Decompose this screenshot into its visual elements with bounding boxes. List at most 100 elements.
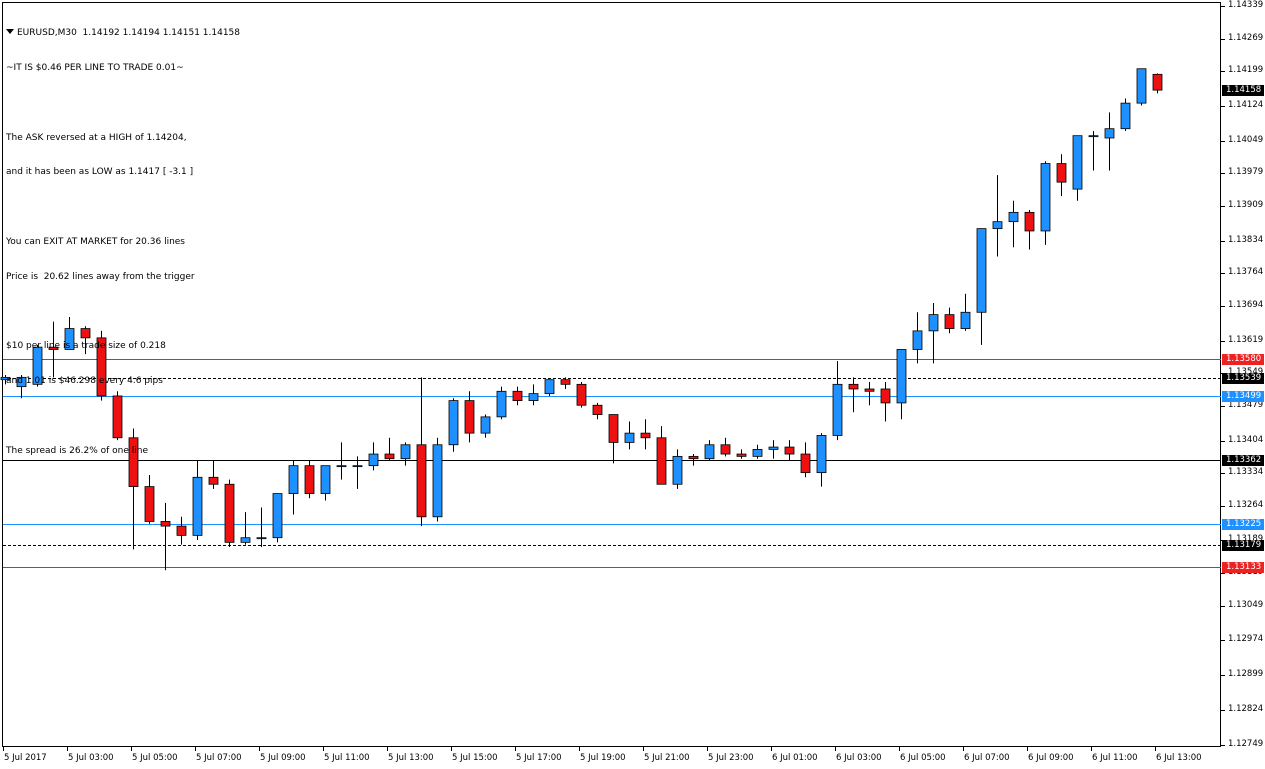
tick-mark	[1221, 341, 1225, 342]
time-tick-label: 6 Jul 05:00	[900, 753, 946, 763]
candle-body-bull	[1120, 102, 1131, 130]
candle-body-bear	[576, 383, 587, 406]
price-tick-label: 1.13334	[1228, 467, 1264, 477]
candle-body-bull	[816, 435, 827, 474]
time-tick-label: 5 Jul 15:00	[452, 753, 498, 763]
time-tick-label: 5 Jul 13:00	[388, 753, 434, 763]
candle-body-bear	[640, 432, 651, 439]
time-tick-label: 5 Jul 11:00	[324, 753, 370, 763]
tick-mark	[707, 747, 708, 751]
info-line	[6, 98, 240, 110]
tick-mark	[195, 747, 196, 751]
time-tick-label: 5 Jul 17:00	[516, 753, 562, 763]
candle-body-bear	[304, 465, 315, 494]
candle-body-bear	[864, 388, 875, 392]
candle-body-bear	[736, 453, 747, 457]
time-tick-label: 6 Jul 07:00	[964, 753, 1010, 763]
tick-mark	[1221, 745, 1225, 746]
price-tick-label: 1.13979	[1228, 167, 1264, 177]
price-tick-label: 1.13764	[1228, 267, 1264, 277]
candle-body-bear	[848, 383, 859, 390]
candle-body-bear	[144, 486, 155, 522]
tick-mark	[1091, 747, 1092, 751]
candle-body-bull	[976, 228, 987, 313]
black-line-label: 1.13362	[1222, 455, 1264, 466]
tick-mark	[1221, 141, 1225, 142]
red-line-label-lower: 1.13133	[1222, 562, 1264, 573]
candle-body-bull	[400, 444, 411, 460]
candle-body-bear	[384, 453, 395, 460]
candle-body-bull	[240, 537, 251, 543]
tick-mark	[1221, 306, 1225, 307]
candle-body-bull	[896, 349, 907, 404]
time-tick-label: 5 Jul 09:00	[260, 753, 306, 763]
info-line	[6, 202, 240, 214]
tick-mark	[771, 747, 772, 751]
candle-body-bear	[800, 453, 811, 474]
info-line	[6, 306, 240, 318]
time-tick-label: 5 Jul 05:00	[132, 753, 178, 763]
candle-body-bear	[720, 444, 731, 455]
tick-mark	[1221, 606, 1225, 607]
tick-mark	[1221, 39, 1225, 40]
candle-body-bear	[512, 390, 523, 401]
info-line: ~IT IS $0.46 PER LINE TO TRADE 0.01~	[6, 62, 184, 73]
info-line: $10 per line is a trade size of 0.218	[6, 341, 166, 352]
candle-body-bear	[656, 437, 667, 485]
candle-body-bear	[208, 476, 219, 485]
candle-body-bull	[912, 330, 923, 350]
tick-mark	[1221, 675, 1225, 676]
dropdown-triangle-icon[interactable]	[6, 29, 14, 35]
symbol-ohlc-text: EURUSD,M30 1.14192 1.14194 1.14151 1.141…	[17, 28, 241, 39]
info-line: The ASK reversed at a HIGH of 1.14204,	[6, 132, 187, 143]
candle-body-bull	[256, 537, 267, 540]
tick-mark	[899, 747, 900, 751]
time-tick-label: 6 Jul 11:00	[1092, 753, 1138, 763]
tick-mark	[1221, 406, 1225, 407]
time-tick-label: 6 Jul 03:00	[836, 753, 882, 763]
candle-body-bull	[992, 221, 1003, 230]
candle-body-bear	[784, 446, 795, 455]
tick-mark	[579, 747, 580, 751]
red-line-label-upper: 1.13580	[1222, 354, 1264, 365]
tick-mark	[387, 747, 388, 751]
candle-body-bull	[320, 465, 331, 494]
time-axis[interactable]: 5 Jul 2017 5 Jul 03:00 5 Jul 05:00 5 Jul 07…	[0, 747, 1221, 769]
price-tick-label: 1.12899	[1228, 669, 1264, 679]
info-line: The spread is 26.2% of one line	[6, 445, 149, 456]
tick-mark	[1155, 747, 1156, 751]
tick-mark	[1221, 6, 1225, 7]
candle-body-bull	[448, 400, 459, 446]
candle-body-bear	[592, 404, 603, 415]
tick-mark	[1221, 640, 1225, 641]
candle-body-bull	[496, 390, 507, 418]
current-price-label: 1.14158	[1222, 85, 1264, 96]
tick-mark	[963, 747, 964, 751]
price-tick-label: 1.13909	[1228, 200, 1264, 210]
candle-body-bear	[1056, 163, 1067, 183]
info-line: Price is 20.62 lines away from the trigg…	[6, 271, 195, 282]
time-tick-label: 5 Jul 23:00	[708, 753, 754, 763]
candle-body-bull	[352, 465, 363, 468]
tick-mark	[1221, 71, 1225, 72]
candle-body-bear	[416, 444, 427, 518]
time-tick-label: 5 Jul 03:00	[68, 753, 114, 763]
tick-mark	[259, 747, 260, 751]
candle-body-bull	[480, 416, 491, 434]
info-line: and 1.01 is $46.298 every 4.6 pips	[6, 376, 163, 386]
time-tick-label: 6 Jul 09:00	[1028, 753, 1074, 763]
candle-body-bull	[1072, 135, 1083, 190]
candle-body-bull	[336, 465, 347, 468]
candle-body-bear	[944, 314, 955, 329]
price-tick-label: 1.13694	[1228, 300, 1264, 310]
price-tick-label: 1.13834	[1228, 235, 1264, 245]
price-tick-label: 1.14269	[1228, 33, 1264, 43]
candle-body-bull	[192, 476, 203, 536]
candle-body-bear	[224, 483, 235, 543]
candle-body-bull	[1136, 68, 1147, 104]
candle-body-bear	[1024, 211, 1035, 232]
price-tick-label: 1.13404	[1228, 435, 1264, 445]
candle-body-bear	[608, 414, 619, 443]
price-tick-label: 1.13619	[1228, 335, 1264, 345]
price-tick-label: 1.13264	[1228, 500, 1264, 510]
